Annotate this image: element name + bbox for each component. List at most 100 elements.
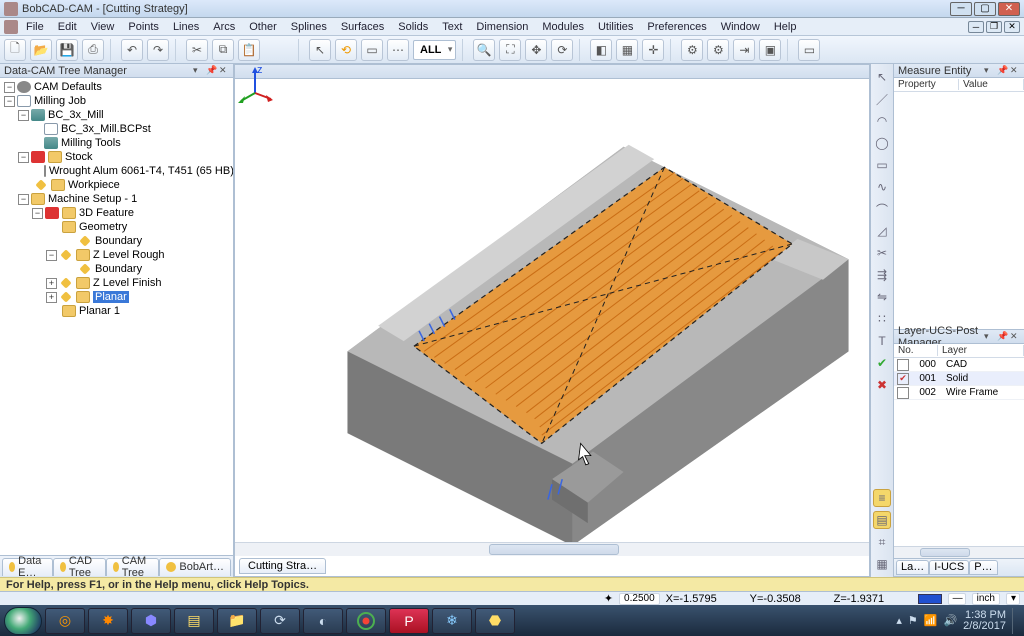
menu-utilities[interactable]: Utilities bbox=[592, 20, 639, 34]
calc-icon[interactable]: ⌗ bbox=[873, 533, 891, 551]
zoom-button[interactable]: 🔍 bbox=[473, 39, 495, 61]
paste-button[interactable]: 📋 bbox=[238, 39, 260, 61]
unit-combo[interactable]: inch bbox=[972, 593, 1000, 605]
more-button[interactable]: ▾ bbox=[1006, 593, 1020, 605]
system-tray[interactable]: ▴ ⚑ 📶 🔊 1:38 PM 2/8/2017 bbox=[896, 608, 1020, 634]
scrollbar-thumb[interactable] bbox=[920, 548, 970, 557]
tree-workpiece[interactable]: Workpiece bbox=[68, 179, 120, 191]
tree-bc3xmill[interactable]: BC_3x_Mill bbox=[48, 109, 104, 121]
mdi-minimize-button[interactable]: ─ bbox=[968, 21, 984, 33]
tree-geometry[interactable]: Geometry bbox=[79, 221, 127, 233]
layer-scrollbar[interactable] bbox=[894, 546, 1024, 558]
sim-button[interactable]: ⚙ bbox=[681, 39, 703, 61]
task-item[interactable]: ⟳ bbox=[260, 608, 300, 634]
tab-layer[interactable]: La… bbox=[896, 560, 929, 575]
cut-button[interactable]: ✂ bbox=[186, 39, 208, 61]
task-item[interactable] bbox=[346, 608, 386, 634]
menu-text[interactable]: Text bbox=[436, 20, 468, 34]
layer-icon[interactable]: ≡ bbox=[873, 489, 891, 507]
tree-planar[interactable]: Planar bbox=[93, 291, 129, 303]
select-chain-button[interactable]: ⟲ bbox=[335, 39, 357, 61]
show-desktop-button[interactable] bbox=[1012, 608, 1020, 634]
menu-preferences[interactable]: Preferences bbox=[641, 20, 712, 34]
select-arrow-button[interactable]: ↖ bbox=[309, 39, 331, 61]
tab-post[interactable]: P… bbox=[969, 560, 997, 575]
menu-file[interactable]: File bbox=[20, 20, 50, 34]
expand-icon[interactable]: − bbox=[18, 110, 29, 121]
increment-field[interactable]: 0.2500 bbox=[619, 593, 660, 605]
linetype-combo[interactable]: — bbox=[948, 593, 966, 605]
open-button[interactable]: 📂 bbox=[30, 39, 52, 61]
verify-button[interactable]: ⇥ bbox=[733, 39, 755, 61]
mirror-icon[interactable]: ⇋ bbox=[873, 288, 891, 306]
tree-boundary2[interactable]: Boundary bbox=[95, 263, 142, 275]
task-item[interactable]: ⬣ bbox=[475, 608, 515, 634]
chamfer-icon[interactable]: ◿ bbox=[873, 222, 891, 240]
tree-boundary1[interactable]: Boundary bbox=[95, 235, 142, 247]
select-window-button[interactable]: ▭ bbox=[361, 39, 383, 61]
cancel-icon[interactable]: ✖ bbox=[873, 376, 891, 394]
select-filter-combo[interactable]: ALL bbox=[413, 40, 456, 60]
tab-data[interactable]: Data E… bbox=[2, 558, 53, 576]
wireframe-button[interactable]: ▦ bbox=[616, 39, 638, 61]
menu-modules[interactable]: Modules bbox=[536, 20, 590, 34]
shade-button[interactable]: ◧ bbox=[590, 39, 612, 61]
tree-cam-defaults[interactable]: CAM Defaults bbox=[34, 81, 102, 93]
panel-options-icon[interactable]: ▾ bbox=[984, 66, 994, 76]
pan-button[interactable]: ✥ bbox=[525, 39, 547, 61]
menu-edit[interactable]: Edit bbox=[52, 20, 83, 34]
menu-splines[interactable]: Splines bbox=[285, 20, 333, 34]
task-item[interactable]: ◐ bbox=[303, 608, 343, 634]
checkbox-icon[interactable] bbox=[897, 387, 909, 399]
viewport-scrollbar[interactable] bbox=[235, 542, 869, 556]
stock-button[interactable]: ▣ bbox=[759, 39, 781, 61]
array-icon[interactable]: ∷ bbox=[873, 310, 891, 328]
rotate-button[interactable]: ⟳ bbox=[551, 39, 573, 61]
tree-milling-tools[interactable]: Milling Tools bbox=[61, 137, 121, 149]
expand-icon[interactable]: − bbox=[32, 208, 43, 219]
cam-tree[interactable]: −CAM Defaults −Milling Job −BC_3x_Mill B… bbox=[0, 78, 233, 555]
close-button[interactable]: ✕ bbox=[998, 2, 1020, 16]
arc-icon[interactable]: ◠ bbox=[873, 112, 891, 130]
tray-volume-icon[interactable]: 🔊 bbox=[943, 614, 957, 627]
offset-icon[interactable]: ⇶ bbox=[873, 266, 891, 284]
panel-pin-icon[interactable]: 📌 bbox=[997, 66, 1007, 76]
origin-button[interactable]: ✛ bbox=[642, 39, 664, 61]
rect-icon[interactable]: ▭ bbox=[873, 156, 891, 174]
collapse-icon[interactable]: + bbox=[46, 278, 57, 289]
tree-3d-feature[interactable]: 3D Feature bbox=[79, 207, 134, 219]
menu-other[interactable]: Other bbox=[243, 20, 283, 34]
expand-icon[interactable]: − bbox=[4, 96, 15, 107]
scrollbar-thumb[interactable] bbox=[489, 544, 619, 555]
menu-points[interactable]: Points bbox=[122, 20, 165, 34]
menu-surfaces[interactable]: Surfaces bbox=[335, 20, 390, 34]
start-button[interactable] bbox=[4, 607, 42, 635]
fillet-icon[interactable]: ⌒ bbox=[873, 200, 891, 218]
trim-icon[interactable]: ✂ bbox=[873, 244, 891, 262]
task-item[interactable]: P bbox=[389, 608, 429, 634]
menu-help[interactable]: Help bbox=[768, 20, 803, 34]
task-item[interactable]: ❄ bbox=[432, 608, 472, 634]
tray-flag-icon[interactable]: ⚑ bbox=[908, 614, 918, 627]
expand-icon[interactable]: − bbox=[18, 152, 29, 163]
copy-button[interactable]: ⧉ bbox=[212, 39, 234, 61]
zoom-extents-button[interactable]: ⛶ bbox=[499, 39, 521, 61]
tree-material[interactable]: Wrought Alum 6061-T4, T451 (65 HB) bbox=[49, 165, 233, 177]
tab-ucs[interactable]: I-UCS bbox=[929, 560, 969, 575]
tree-z-rough[interactable]: Z Level Rough bbox=[93, 249, 165, 261]
menu-arcs[interactable]: Arcs bbox=[207, 20, 241, 34]
task-item[interactable]: ✸ bbox=[88, 608, 128, 634]
select-mode-button[interactable]: ⋯ bbox=[387, 39, 409, 61]
tree-planar1[interactable]: Planar 1 bbox=[79, 305, 120, 317]
panel-close-icon[interactable]: ✕ bbox=[219, 66, 229, 76]
tree-bcpst[interactable]: BC_3x_Mill.BCPst bbox=[61, 123, 151, 135]
menu-view[interactable]: View bbox=[85, 20, 121, 34]
checkbox-icon[interactable]: ✔ bbox=[897, 373, 909, 385]
layer-row[interactable]: 000CAD bbox=[894, 358, 1024, 372]
minimize-button[interactable]: ─ bbox=[950, 2, 972, 16]
panel-pin-icon[interactable]: 📌 bbox=[206, 66, 216, 76]
spline-icon[interactable]: ∿ bbox=[873, 178, 891, 196]
task-item[interactable]: ▤ bbox=[174, 608, 214, 634]
checkbox-icon[interactable] bbox=[897, 359, 909, 371]
color-icon[interactable]: ▤ bbox=[873, 511, 891, 529]
